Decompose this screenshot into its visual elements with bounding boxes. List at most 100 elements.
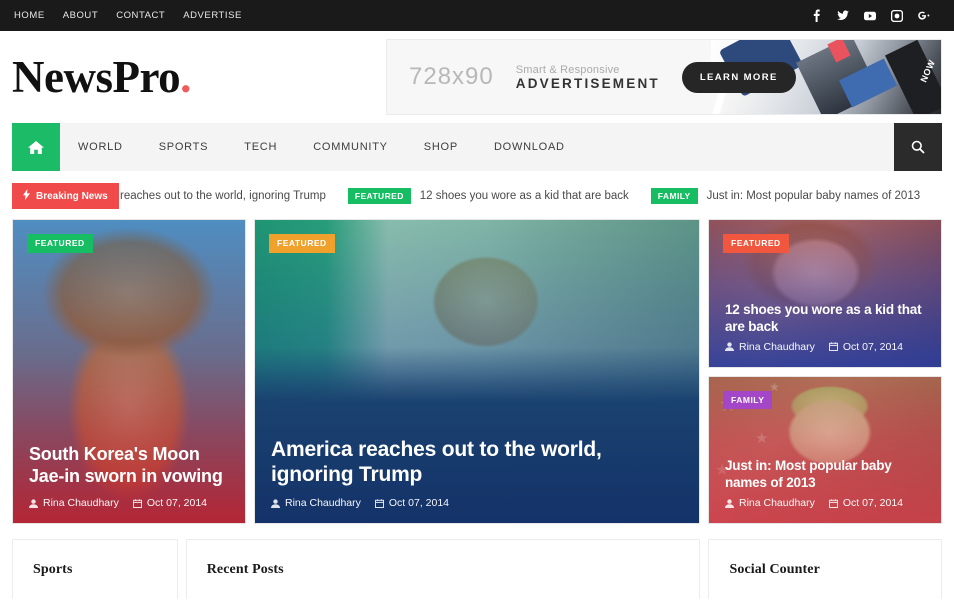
nav-item-community[interactable]: COMMUNITY (295, 123, 406, 171)
calendar-icon (132, 498, 142, 508)
ticker-tag: FAMILY (650, 187, 698, 205)
social-links (810, 9, 940, 22)
search-icon[interactable] (894, 123, 942, 171)
hero-card-badge[interactable]: FEATURED (27, 234, 93, 253)
ticker-tag: FEATURED (347, 187, 411, 205)
topnav-link-about[interactable]: ABOUT (63, 10, 98, 21)
main-nav-items: WORLD SPORTS TECH COMMUNITY SHOP DOWNLOA… (60, 123, 583, 171)
nav-item-download[interactable]: DOWNLOAD (476, 123, 583, 171)
ticker-headline: 12 shoes you wore as a kid that are back (419, 190, 629, 202)
hero-card-date: Oct 07, 2014 (374, 497, 450, 509)
hero-card-meta: Rina Chaudhary Oct 07, 2014 (725, 497, 925, 509)
ticker-item[interactable]: FAMILY Just in: Most popular baby names … (650, 187, 932, 205)
hero-card-title[interactable]: America reaches out to the world, ignori… (271, 437, 683, 488)
hero-card-author: Rina Chaudhary (725, 341, 815, 353)
hero-card-baby-names[interactable]: ★ ★ ★ ★ FAMILY Just in: Most popular bab… (708, 375, 942, 524)
hero-card-date: Oct 07, 2014 (828, 340, 904, 353)
calendar-icon (828, 498, 838, 508)
hero-card-author-name: Rina Chaudhary (739, 497, 815, 509)
home-icon[interactable] (12, 123, 60, 171)
hero-card-author-name: Rina Chaudhary (285, 497, 361, 509)
hero-card-shoes[interactable]: FEATURED 12 shoes you wore as a kid that… (708, 219, 942, 368)
hero-card-date-text: Oct 07, 2014 (842, 340, 904, 353)
hero-card-author-name: Rina Chaudhary (43, 497, 119, 509)
ticker-headline: ca reaches out to the world, ignoring Tr… (104, 190, 326, 202)
widget-social-counter: Social Counter (708, 539, 942, 599)
ad-size-label: 728x90 (409, 63, 494, 90)
calendar-icon (828, 342, 838, 351)
ticker-track: ca reaches out to the world, ignoring Tr… (105, 187, 942, 205)
hero-card-title[interactable]: South Korea's Moon Jae-in sworn in vowin… (29, 444, 229, 488)
hero-card-date: Oct 07, 2014 (828, 497, 904, 509)
hero-card-badge[interactable]: FAMILY (723, 390, 773, 409)
widget-title: Social Counter (729, 562, 820, 577)
ad-banner[interactable]: 728x90 Smart & Responsive ADVERTISEMENT … (386, 39, 942, 115)
ticker-item[interactable]: FEATURED 12 shoes you wore as a kid that… (347, 187, 641, 205)
site-header: NewsPro. 728x90 Smart & Responsive ADVER… (0, 31, 954, 123)
hero-card-date-text: Oct 07, 2014 (146, 497, 208, 509)
ad-text-block: Smart & Responsive ADVERTISEMENT (516, 64, 660, 91)
site-logo[interactable]: NewsPro. (12, 51, 191, 102)
hero-card-meta: Rina Chaudhary Oct 07, 2014 (29, 497, 229, 509)
hero-card-body: 12 shoes you wore as a kid that are back… (709, 301, 941, 367)
youtube-icon[interactable] (864, 11, 876, 21)
ticker-item[interactable]: ca reaches out to the world, ignoring Tr… (105, 190, 338, 202)
hero-column-right: FEATURED 12 shoes you wore as a kid that… (708, 219, 942, 524)
breaking-news-badge: Breaking News (12, 183, 119, 209)
hero-column-left: FEATURED South Korea's Moon Jae-in sworn… (12, 219, 246, 524)
user-icon (725, 342, 734, 351)
widget-row: Sports Recent Posts Social Counter (12, 539, 942, 599)
hero-card-author: Rina Chaudhary (725, 497, 815, 509)
hero-card-author-name: Rina Chaudhary (739, 340, 815, 353)
user-icon (271, 498, 280, 508)
widget-sports: Sports (12, 539, 178, 599)
topnav-link-home[interactable]: HOME (14, 10, 45, 21)
hero-card-date-text: Oct 07, 2014 (388, 497, 450, 509)
widget-title: Recent Posts (206, 562, 284, 577)
ad-tagline: Smart & Responsive (515, 63, 620, 76)
ad-learn-more-button[interactable]: LEARN MORE (681, 61, 796, 93)
twitter-icon[interactable] (837, 10, 849, 21)
topnav-link-contact[interactable]: CONTACT (116, 10, 165, 21)
top-navigation: HOME ABOUT CONTACT ADVERTISE (14, 10, 242, 21)
ticker-headline: Just in: Most popular baby names of 2013 (706, 190, 921, 202)
calendar-icon (374, 498, 384, 508)
logo-dot: . (180, 51, 191, 102)
hero-card-meta: Rina Chaudhary Oct 07, 2014 (271, 497, 683, 509)
hero-card-badge[interactable]: FEATURED (269, 234, 335, 253)
hero-card-title[interactable]: 12 shoes you wore as a kid that are back (725, 301, 925, 335)
hero-card-title[interactable]: Just in: Most popular baby names of 2013 (725, 457, 925, 491)
nav-item-world[interactable]: WORLD (60, 123, 141, 171)
logo-text: NewsPro (12, 51, 181, 102)
breaking-news-label: Breaking News (36, 190, 108, 202)
nav-item-tech[interactable]: TECH (226, 123, 295, 171)
topnav-link-advertise[interactable]: ADVERTISE (183, 10, 242, 21)
top-bar: HOME ABOUT CONTACT ADVERTISE (0, 0, 954, 31)
instagram-icon[interactable] (891, 9, 903, 22)
user-icon (725, 498, 734, 508)
hero-card-body: America reaches out to the world, ignori… (255, 437, 699, 523)
hero-card-date-text: Oct 07, 2014 (842, 497, 904, 509)
user-icon (29, 498, 38, 508)
hero-card-badge[interactable]: FEATURED (723, 234, 789, 253)
hero-card-south-korea[interactable]: FEATURED South Korea's Moon Jae-in sworn… (12, 219, 246, 524)
hero-card-date: Oct 07, 2014 (132, 497, 208, 509)
hero-card-author: Rina Chaudhary (271, 497, 361, 509)
nav-item-sports[interactable]: SPORTS (141, 123, 227, 171)
hero-card-body: Just in: Most popular baby names of 2013… (709, 457, 941, 523)
hero-card-body: South Korea's Moon Jae-in sworn in vowin… (13, 444, 245, 523)
hero-column-center: FEATURED America reaches out to the worl… (254, 219, 700, 524)
facebook-icon[interactable] (810, 9, 822, 22)
hero-card-meta: Rina Chaudhary Oct 07, 2014 (725, 341, 925, 353)
widget-recent-posts: Recent Posts (185, 539, 701, 599)
widget-title: Sports (33, 562, 73, 577)
breaking-news-ticker: Breaking News ca reaches out to the worl… (12, 183, 942, 209)
ad-title: ADVERTISEMENT (515, 75, 660, 91)
featured-posts-grid: FEATURED South Korea's Moon Jae-in sworn… (12, 219, 942, 524)
main-navigation: WORLD SPORTS TECH COMMUNITY SHOP DOWNLOA… (12, 123, 942, 171)
lightning-bolt-icon (23, 189, 30, 203)
hero-card-america[interactable]: FEATURED America reaches out to the worl… (254, 219, 700, 524)
google-plus-icon[interactable] (918, 10, 930, 21)
nav-item-shop[interactable]: SHOP (406, 123, 476, 171)
hero-card-author: Rina Chaudhary (29, 497, 119, 509)
